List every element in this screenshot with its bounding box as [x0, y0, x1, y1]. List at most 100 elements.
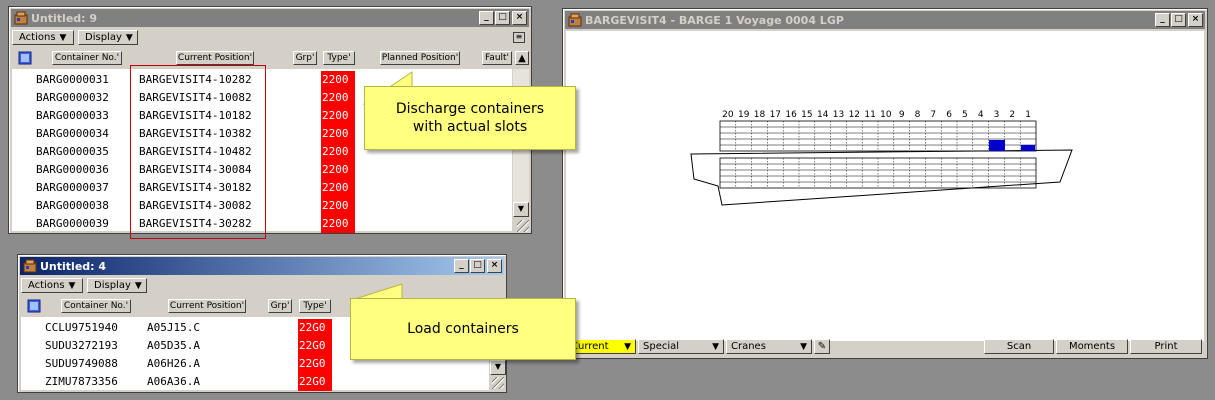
minimize-button[interactable]: _	[1155, 13, 1170, 27]
bay-number-label: 1	[1025, 110, 1031, 120]
bay-number-label: 3	[994, 110, 1000, 120]
bay-number-label: 20	[722, 110, 734, 120]
dropdown-arrow-icon: ▼	[134, 280, 142, 291]
bay-number-label: 15	[801, 110, 812, 120]
type-cell: 22G0	[298, 319, 332, 337]
col-planned-position[interactable]: Planned Position'	[380, 51, 460, 65]
dropdown-arrow-icon: ▼	[68, 280, 76, 291]
minimize-button[interactable]: _	[454, 259, 469, 273]
barge-bay-plan[interactable]: 20 19 18 17 16 15 14 13 12 11 10 9 8 7 6 5 4 3 2 1	[566, 31, 1204, 341]
dropdown-arrow-icon: ▼	[712, 341, 719, 352]
container-no-cell: BARG0000039	[36, 217, 109, 230]
barge-visit-window: BARGEVISIT4 - BARGE 1 Voyage 0004 LGP _ …	[562, 8, 1208, 359]
dropdown-arrow-icon: ▼	[800, 341, 807, 352]
container-no-cell: BARG0000034	[36, 127, 109, 140]
col-grp[interactable]: Grp'	[293, 51, 317, 65]
resize-grip[interactable]	[517, 220, 529, 232]
bay-number-label: 7	[930, 110, 936, 120]
container-no-cell: SUDU3272193	[45, 339, 118, 352]
current-dropdown[interactable]: Current ▼	[566, 339, 636, 354]
bay-number-label: 16	[785, 110, 797, 120]
col-type[interactable]: Type'	[299, 299, 331, 313]
scan-button[interactable]: Scan	[984, 339, 1054, 354]
resize-grip[interactable]	[492, 377, 504, 389]
dropdown-arrow-icon: ▼	[125, 32, 133, 43]
table-select-icon[interactable]	[18, 51, 32, 65]
special-dropdown[interactable]: Special ▼	[638, 339, 724, 354]
bay-plan-canvas[interactable]: 20 19 18 17 16 15 14 13 12 11 10 9 8 7 6 5 4 3 2 1	[566, 31, 1204, 341]
container-no-cell: BARG0000037	[36, 181, 109, 194]
scroll-down-icon[interactable]: ▼	[513, 202, 529, 217]
minimize-button[interactable]: _	[479, 11, 494, 25]
sort-up-icon[interactable]: ▲	[515, 51, 529, 65]
container-no-cell: BARG0000038	[36, 199, 109, 212]
app-icon	[14, 11, 28, 25]
occupied-slot[interactable]	[989, 140, 1005, 151]
position-cell: A06A36.A	[147, 375, 200, 388]
config-icon[interactable]: ≡	[513, 32, 525, 43]
bay-number-label: 8	[915, 110, 921, 120]
deck-bay-grid[interactable]	[719, 120, 1037, 152]
close-button[interactable]: ×	[487, 259, 502, 273]
display-menu[interactable]: Display ▼	[87, 278, 147, 293]
col-current-position[interactable]: Current Position'	[168, 299, 246, 313]
app-icon	[23, 259, 37, 273]
bay-number-label: 12	[849, 110, 860, 120]
container-no-cell: BARG0000031	[36, 73, 109, 86]
hold-bay-grid[interactable]	[719, 157, 1037, 189]
scroll-down-icon[interactable]: ▼	[490, 360, 506, 375]
actions-menu[interactable]: Actions ▼	[12, 30, 74, 45]
container-no-cell: BARG0000035	[36, 145, 109, 158]
type-cell: 2200	[321, 197, 355, 215]
close-button[interactable]: ×	[1188, 13, 1203, 27]
col-grp[interactable]: Grp'	[268, 299, 292, 313]
col-fault[interactable]: Fault'	[482, 51, 512, 65]
slot-highlight-box	[130, 65, 266, 239]
maximize-button[interactable]: □	[470, 259, 485, 273]
cranes-dropdown[interactable]: Cranes ▼	[726, 339, 812, 354]
actions-menu[interactable]: Actions ▼	[21, 278, 83, 293]
bay-number-label: 17	[770, 110, 781, 120]
position-cell: A05D35.A	[147, 339, 200, 352]
col-container-no[interactable]: Container No.'	[52, 51, 122, 65]
bay-number-label: 2	[1009, 110, 1015, 120]
bay-number-label: 9	[899, 110, 905, 120]
container-no-cell: SUDU9749088	[45, 357, 118, 370]
occupied-slot[interactable]	[1021, 145, 1035, 151]
type-cell: 2200	[321, 107, 355, 125]
print-button[interactable]: Print	[1130, 339, 1202, 354]
maximize-button[interactable]: □	[495, 11, 510, 25]
bay-number-label: 5	[962, 110, 968, 120]
bay-number-label: 18	[754, 110, 766, 120]
close-button[interactable]: ×	[512, 11, 527, 25]
app-icon	[568, 13, 582, 27]
pencil-icon[interactable]: ✎	[814, 339, 830, 354]
window-title: Untitled: 9	[31, 11, 98, 25]
col-current-position[interactable]: Current Position'	[176, 51, 254, 65]
col-container-no[interactable]: Container No.'	[61, 299, 131, 313]
moments-button[interactable]: Moments	[1056, 339, 1128, 354]
table-row[interactable]: ZIMU7873356 A06A36.A 22G0	[21, 373, 489, 391]
bay-number-label: 14	[817, 110, 829, 120]
maximize-button[interactable]: □	[1171, 13, 1186, 27]
dropdown-arrow-icon: ▼	[59, 32, 67, 43]
type-cell: 2200	[321, 179, 355, 197]
container-no-cell: BARG0000032	[36, 91, 109, 104]
type-cell: 2200	[321, 125, 355, 143]
table-select-icon[interactable]	[27, 299, 41, 313]
type-cell: 2200	[321, 143, 355, 161]
window-titlebar[interactable]: Untitled: 4 _ □ ×	[20, 257, 504, 275]
bay-number-label: 10	[880, 110, 892, 120]
load-callout: Load containers	[350, 298, 576, 360]
bay-number-label: 11	[864, 110, 875, 120]
discharge-callout: Discharge containers with actual slots	[364, 86, 576, 150]
container-no-cell: ZIMU7873356	[45, 375, 118, 388]
bay-number-label: 4	[978, 110, 984, 120]
type-cell: 22G0	[298, 337, 332, 355]
type-cell: 22G0	[298, 355, 332, 373]
display-menu[interactable]: Display ▼	[78, 30, 138, 45]
col-type[interactable]: Type'	[323, 51, 355, 65]
window-titlebar[interactable]: Untitled: 9 _ □ ×	[11, 9, 529, 27]
window-titlebar[interactable]: BARGEVISIT4 - BARGE 1 Voyage 0004 LGP _ …	[565, 11, 1205, 29]
type-cell: 22G0	[298, 373, 332, 391]
